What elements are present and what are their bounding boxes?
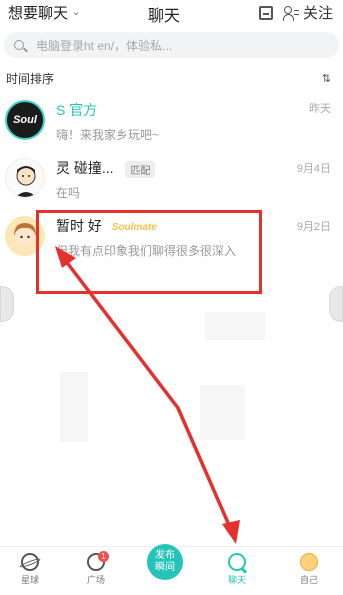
- follow-label: 关注: [302, 5, 333, 22]
- tab-label: 广场: [86, 575, 105, 585]
- sort-label: 时间排序: [6, 72, 55, 86]
- match-badge: 匹配: [125, 160, 156, 178]
- chat-time: 9月4日: [296, 163, 331, 175]
- chat-name: 灵 碰撞... 匹配: [56, 158, 156, 178]
- publish-label-2: 瞬间: [155, 562, 175, 573]
- chat-time: 昨天: [309, 103, 331, 115]
- tab-label: 聊天: [227, 575, 246, 585]
- avatar: [5, 158, 45, 198]
- sort-toggle-icon[interactable]: ⇅: [322, 72, 331, 85]
- search-placeholder: 电脑登录ht en/，体验私...: [36, 38, 173, 53]
- background-graphic: [60, 372, 88, 442]
- chevron-down-icon: ⌄: [72, 7, 81, 18]
- chat-name-text: 灵 碰撞...: [56, 160, 114, 176]
- side-handle-left[interactable]: [0, 286, 14, 322]
- chat-icon: [228, 553, 246, 571]
- chat-time: 9月2日: [296, 221, 331, 233]
- sort-row: 时间排序 ⇅: [0, 66, 343, 88]
- chat-name: S 官方: [56, 102, 98, 118]
- planet-icon: [21, 553, 39, 571]
- tab-chat[interactable]: 聊天: [217, 553, 257, 586]
- square-icon: 1: [87, 551, 109, 571]
- annotation-highlight-box: [36, 210, 262, 294]
- avatar: Soul: [5, 100, 45, 140]
- chat-row-match[interactable]: 灵 碰撞... 匹配 9月4日 在吗: [0, 152, 343, 212]
- profile-avatar-icon: [300, 553, 318, 571]
- user-list-icon: [282, 5, 299, 21]
- background-graphic: [205, 312, 265, 340]
- chat-last-message: 在吗: [56, 186, 81, 200]
- chat-row-official[interactable]: Soul S 官方 昨天 嗨！来我家乡玩吧~: [0, 94, 343, 154]
- tab-square[interactable]: 1 广场: [76, 551, 116, 586]
- top-bar: 想要聊天 ⌄ 聊天 关注: [0, 0, 343, 28]
- scan-icon[interactable]: [258, 5, 273, 20]
- mood-status-label: 想要聊天: [8, 5, 69, 22]
- background-graphic: [200, 385, 245, 440]
- publish-moment-button[interactable]: 发布 瞬间: [147, 544, 183, 580]
- tab-label: 星球: [20, 575, 39, 585]
- notification-badge: 1: [98, 551, 109, 562]
- side-handle-right[interactable]: [329, 286, 343, 322]
- tab-me[interactable]: 自己: [289, 553, 329, 586]
- tab-planet[interactable]: 星球: [10, 553, 50, 586]
- tab-label: 自己: [299, 575, 318, 585]
- publish-label-1: 发布: [155, 550, 175, 561]
- follow-button[interactable]: 关注: [282, 2, 333, 23]
- search-icon: [14, 40, 24, 50]
- soul-logo: Soul: [13, 114, 37, 126]
- mood-status-selector[interactable]: 想要聊天 ⌄: [8, 2, 80, 23]
- annotation-arrows: [55, 246, 240, 544]
- search-bar[interactable]: 电脑登录ht en/，体验私...: [4, 32, 339, 58]
- chat-last-message: 嗨！来我家乡玩吧~: [56, 128, 160, 142]
- page-title: 聊天: [148, 8, 181, 25]
